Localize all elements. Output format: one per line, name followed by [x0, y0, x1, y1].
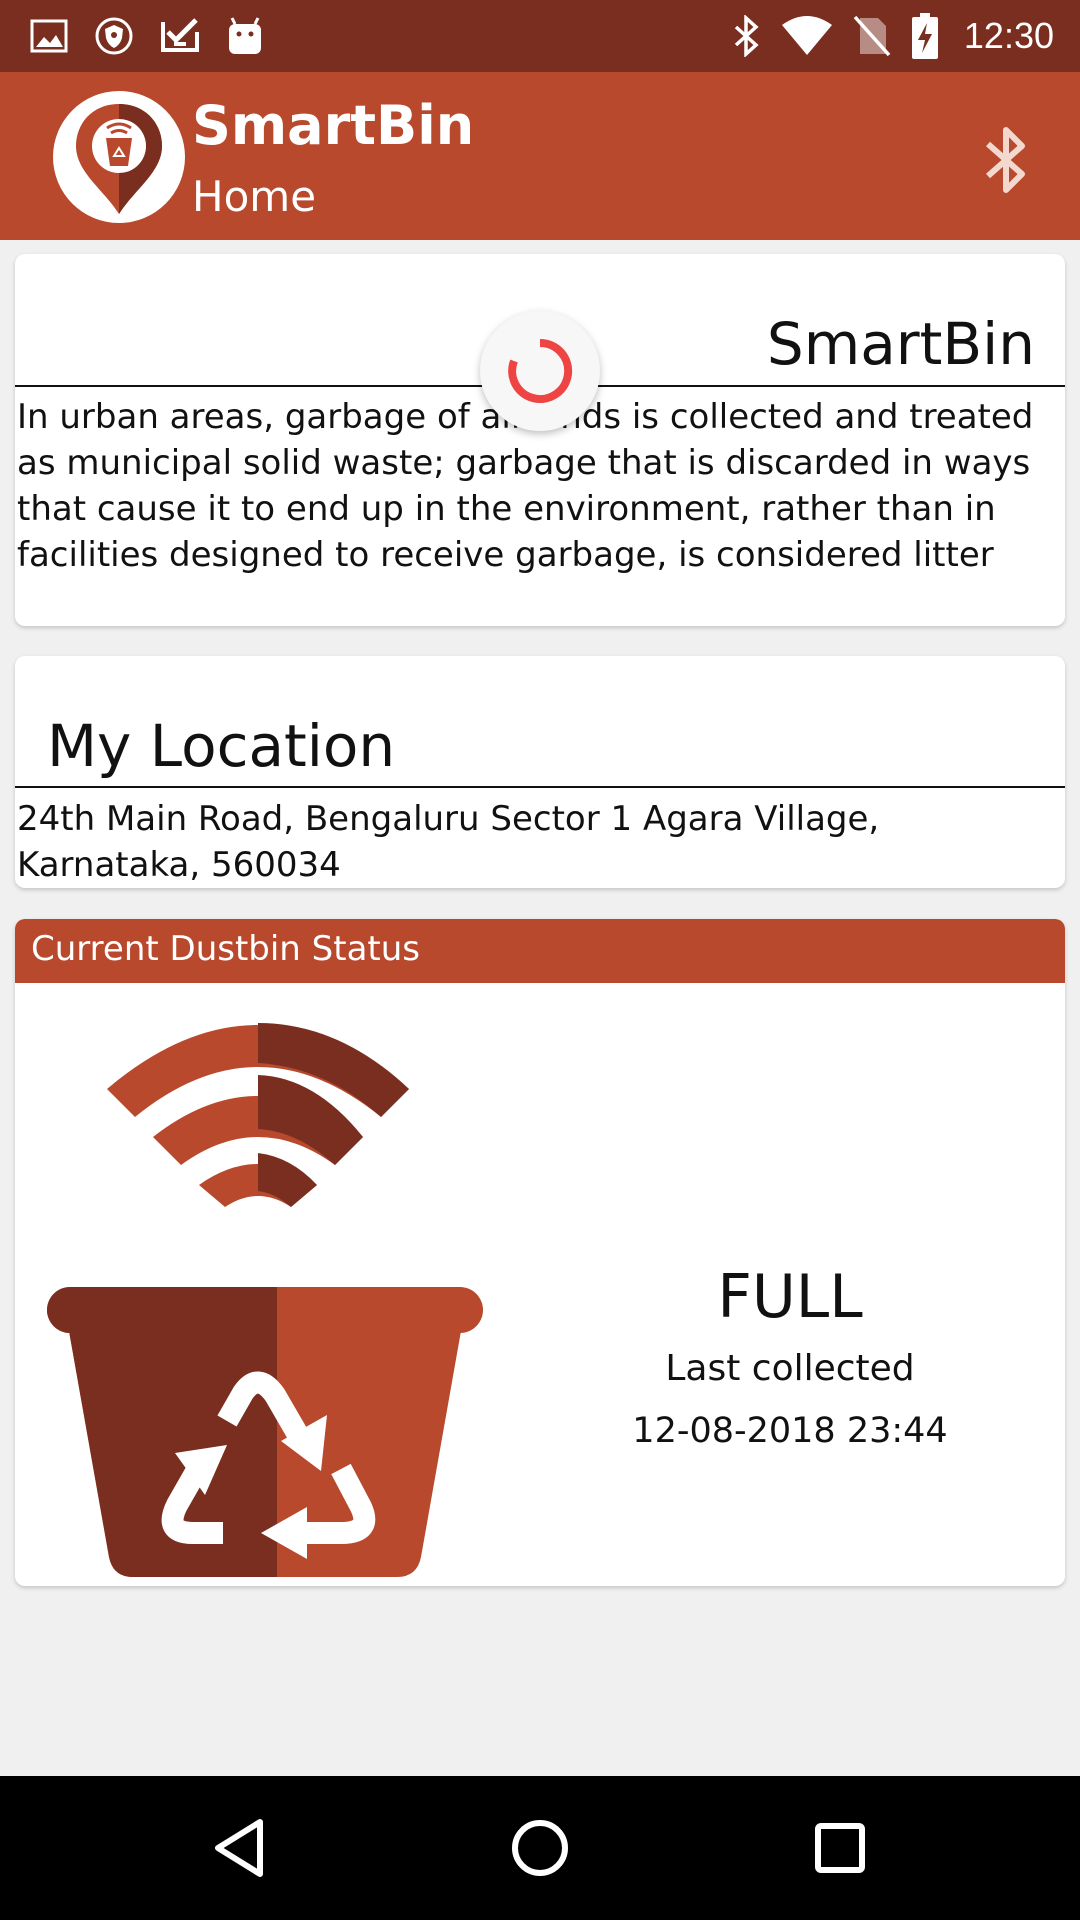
smart-dustbin-recycle-icon — [29, 1001, 489, 1581]
shield-icon — [94, 16, 134, 56]
dustbin-status-card: Current Dustbin Status FULL Last collect… — [15, 919, 1065, 1586]
status-bar: 12:30 — [0, 0, 1080, 72]
location-card: My Location 24th Main Road, Bengaluru Se… — [15, 656, 1065, 888]
card-title: SmartBin — [766, 310, 1035, 378]
no-sim-icon — [852, 14, 892, 58]
system-icons: 12:30 — [732, 12, 1054, 60]
last-collected-label: Last collected — [665, 1348, 915, 1389]
clock: 12:30 — [963, 15, 1054, 56]
divider — [15, 786, 1065, 788]
android-icon — [226, 16, 264, 56]
status-block: FULL Last collected 12-08-2018 23:44 — [575, 1259, 1005, 1457]
image-icon — [30, 19, 68, 53]
app-title: SmartBin — [192, 94, 475, 157]
card-header-title: Current Dustbin Status — [31, 929, 421, 969]
home-circle-icon — [512, 1820, 568, 1876]
about-card: SmartBin In urban areas, garbage of all … — [15, 254, 1065, 626]
notification-icons — [30, 12, 264, 60]
back-triangle-icon — [215, 1819, 263, 1877]
checklist-icon — [160, 16, 200, 56]
recents-button[interactable] — [808, 1816, 872, 1880]
card-title: My Location — [47, 712, 396, 780]
last-collected-time: 12-08-2018 23:44 — [632, 1411, 948, 1451]
card-header: Current Dustbin Status — [15, 919, 1065, 983]
home-button[interactable] — [508, 1816, 572, 1880]
app-bar: SmartBin Home — [0, 72, 1080, 240]
back-button[interactable] — [208, 1816, 272, 1880]
navigation-bar — [0, 1776, 1080, 1920]
loading-spinner — [480, 311, 600, 431]
recents-square-icon — [815, 1823, 865, 1873]
address-text: 24th Main Road, Bengaluru Sector 1 Agara… — [17, 799, 880, 885]
page-subtitle: Home — [192, 172, 317, 221]
spinner-icon — [508, 338, 573, 403]
wifi-icon — [780, 15, 834, 57]
battery-charging-icon — [910, 12, 940, 60]
bin-status-value: FULL — [717, 1262, 863, 1332]
bluetooth-icon — [732, 15, 762, 57]
smartbin-location-pin-icon — [52, 90, 186, 224]
bluetooth-button[interactable] — [976, 122, 1036, 198]
bluetooth-icon — [986, 127, 1025, 193]
